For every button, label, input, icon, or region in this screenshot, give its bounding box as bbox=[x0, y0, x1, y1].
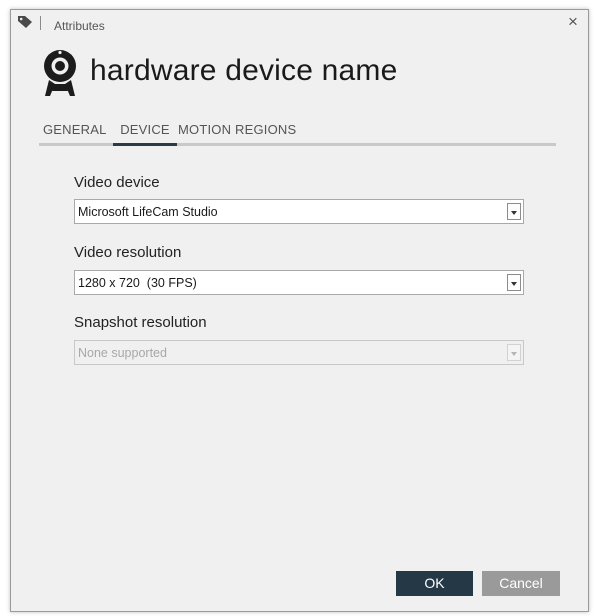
video-device-label: Video device bbox=[74, 174, 160, 191]
window-title: Attributes bbox=[54, 19, 105, 33]
chevron-down-icon bbox=[511, 211, 517, 215]
video-device-dropdown-button[interactable] bbox=[507, 203, 521, 220]
snapshot-resolution-dropdown-button bbox=[507, 344, 521, 361]
tab-motion-regions[interactable]: MOTION REGIONS bbox=[178, 120, 296, 146]
video-device-value: Microsoft LifeCam Studio bbox=[78, 205, 218, 219]
snapshot-resolution-value: None supported bbox=[78, 346, 167, 360]
video-resolution-label: Video resolution bbox=[74, 244, 182, 261]
attributes-dialog: Attributes × hardware device name GENERA… bbox=[10, 9, 589, 612]
snapshot-resolution-label: Snapshot resolution bbox=[74, 314, 207, 331]
chevron-down-icon bbox=[511, 282, 517, 286]
title-separator bbox=[40, 16, 41, 30]
video-device-select[interactable]: Microsoft LifeCam Studio bbox=[74, 199, 524, 224]
ok-button[interactable]: OK bbox=[396, 571, 473, 596]
cancel-button[interactable]: Cancel bbox=[482, 571, 560, 596]
video-resolution-select[interactable]: 1280 x 720 (30 FPS) bbox=[74, 270, 524, 295]
tab-bar: GENERAL DEVICE MOTION REGIONS bbox=[39, 120, 556, 146]
webcam-icon bbox=[44, 50, 76, 96]
close-button[interactable]: × bbox=[565, 13, 581, 31]
snapshot-resolution-select: None supported bbox=[74, 340, 524, 365]
active-tab-indicator bbox=[113, 143, 177, 146]
device-name-title: hardware device name bbox=[90, 54, 398, 87]
video-resolution-dropdown-button[interactable] bbox=[507, 274, 521, 291]
tag-icon bbox=[18, 16, 32, 28]
chevron-down-icon bbox=[511, 352, 517, 356]
tab-general[interactable]: GENERAL bbox=[43, 120, 107, 146]
video-resolution-value: 1280 x 720 (30 FPS) bbox=[78, 276, 197, 290]
